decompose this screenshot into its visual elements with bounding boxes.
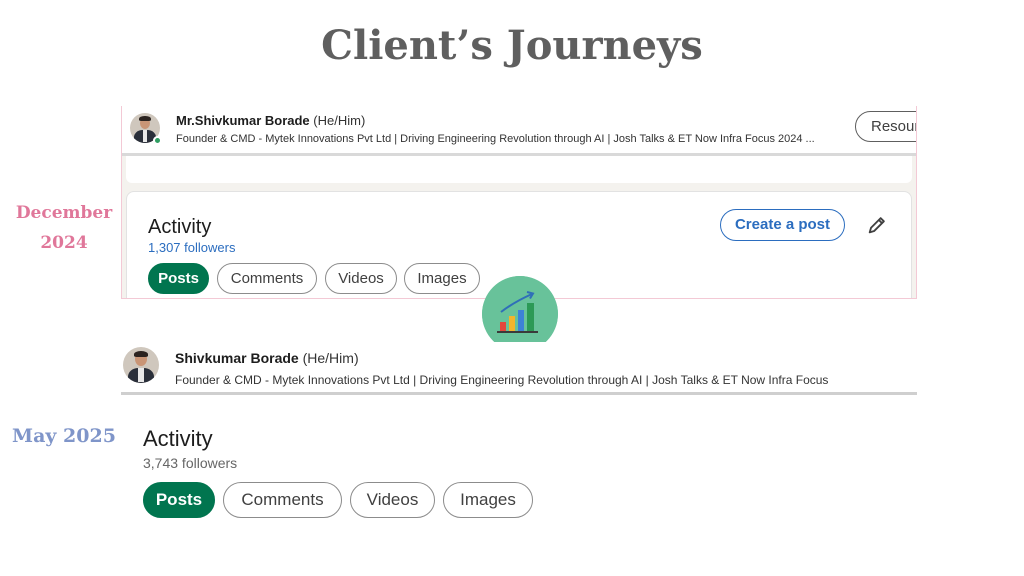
tab-posts[interactable]: Posts	[143, 482, 215, 518]
profile-pronouns: (He/Him)	[313, 113, 366, 128]
profile-card-bottom	[126, 156, 912, 183]
profile-pronouns: (He/Him)	[302, 350, 359, 366]
create-post-button[interactable]: Create a post	[720, 209, 845, 241]
tab-posts[interactable]: Posts	[148, 263, 209, 294]
profile-name-text: Shivkumar Borade	[175, 350, 299, 366]
online-status-icon	[153, 136, 162, 145]
date-label-month: December	[15, 203, 113, 223]
date-label-year: 2024	[40, 233, 88, 253]
activity-heading: Activity	[143, 426, 213, 451]
slide-title: Client’s Journeys	[321, 22, 703, 69]
tab-images[interactable]: Images	[443, 482, 533, 518]
date-label-december-2024: December 2024	[10, 198, 118, 258]
profile-avatar[interactable]	[123, 347, 159, 383]
profile-header: Shivkumar Borade (He/Him) Founder & CMD …	[121, 342, 917, 395]
profile-headline: Founder & CMD - Mytek Innovations Pvt Lt…	[176, 133, 815, 145]
profile-headline: Founder & CMD - Mytek Innovations Pvt Lt…	[175, 373, 829, 387]
profile-snapshot-december-2024: Mr.Shivkumar Borade (He/Him) Founder & C…	[121, 106, 917, 299]
profile-name[interactable]: Mr.Shivkumar Borade (He/Him)	[176, 113, 365, 128]
followers-count: 3,743 followers	[143, 455, 238, 471]
profile-header: Mr.Shivkumar Borade (He/Him) Founder & C…	[122, 106, 916, 156]
profile-snapshot-may-2025: Shivkumar Borade (He/Him) Founder & CMD …	[121, 342, 917, 528]
tab-videos[interactable]: Videos	[350, 482, 435, 518]
profile-name[interactable]: Shivkumar Borade (He/Him)	[175, 350, 359, 366]
activity-heading: Activity	[148, 216, 212, 238]
date-label-may-2025: May 2025	[12, 425, 116, 447]
bar-chart-growth-icon	[482, 276, 558, 352]
tab-images[interactable]: Images	[404, 263, 480, 294]
tab-comments[interactable]: Comments	[223, 482, 342, 518]
tab-comments[interactable]: Comments	[217, 263, 317, 294]
tab-videos[interactable]: Videos	[325, 263, 397, 294]
pencil-icon[interactable]	[866, 214, 888, 236]
profile-name-text: Mr.Shivkumar Borade	[176, 113, 310, 128]
followers-count-link[interactable]: 1,307 followers	[148, 240, 235, 255]
resources-button[interactable]: Resour	[855, 111, 916, 142]
